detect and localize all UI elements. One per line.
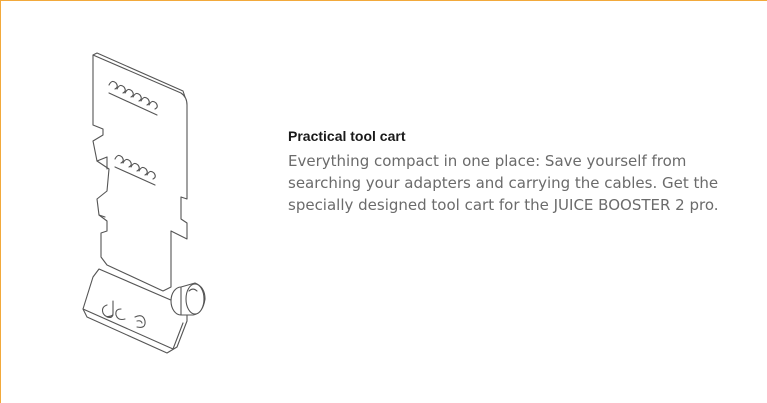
feature-text: Practical tool cart Everything compact i…: [288, 127, 748, 216]
tool-cart-icon: [82, 52, 206, 354]
feature-card: Practical tool cart Everything compact i…: [0, 0, 767, 403]
tool-cart-illustration: [63, 51, 263, 381]
feature-description: Everything compact in one place: Save yo…: [288, 152, 719, 214]
feature-title: Practical tool cart: [288, 128, 406, 144]
